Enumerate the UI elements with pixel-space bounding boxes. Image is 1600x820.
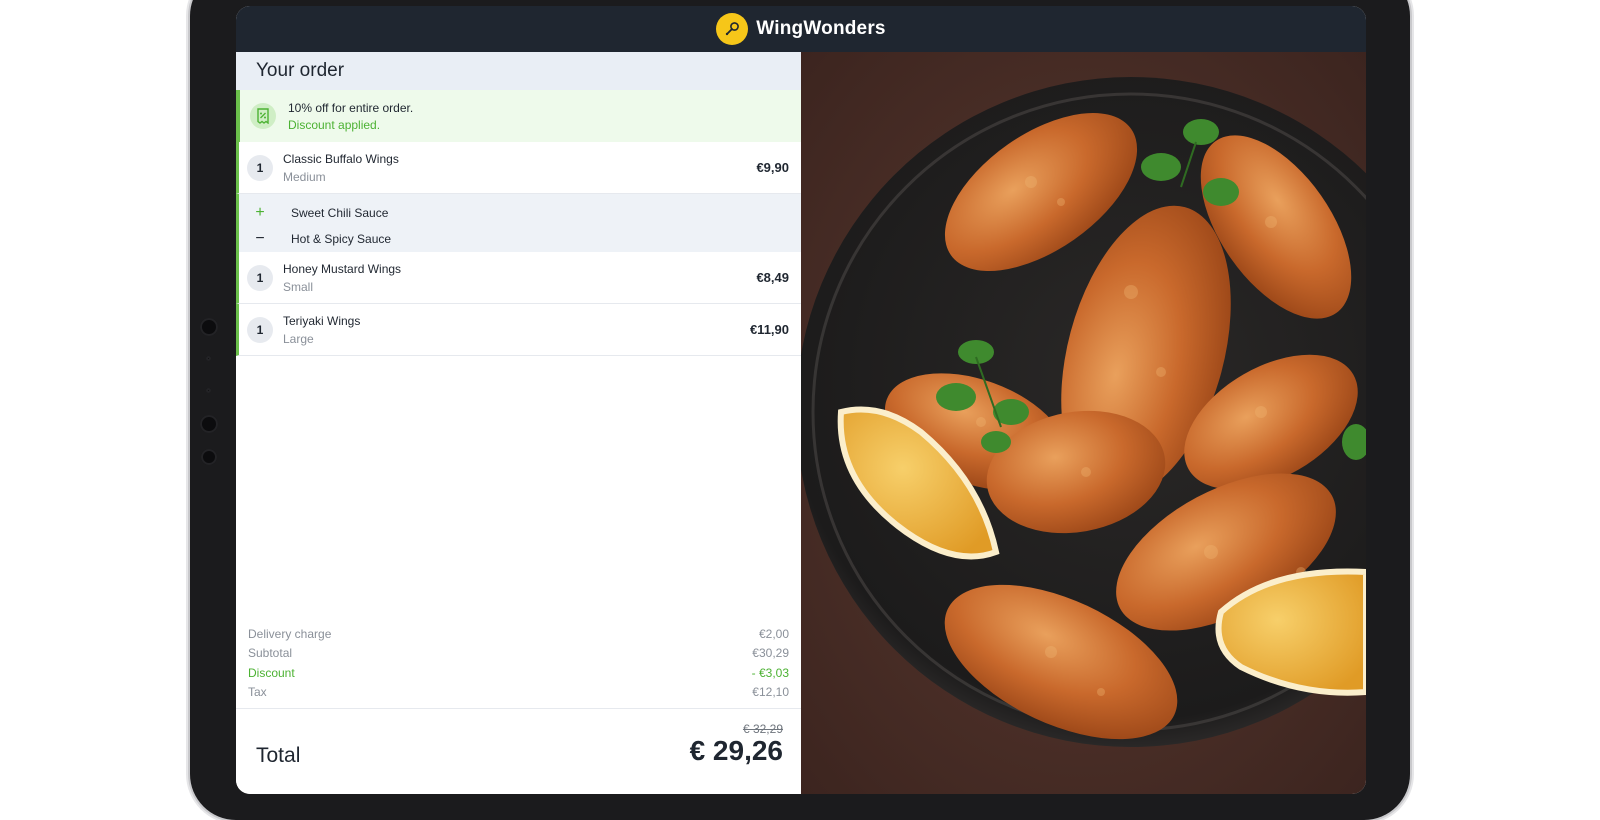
summary-label: Tax: [248, 685, 267, 700]
camera-dot: [200, 415, 218, 433]
item-price: €8,49: [756, 270, 789, 285]
food-photo: [801, 52, 1366, 794]
quantity-badge[interactable]: 1: [247, 316, 273, 343]
order-summary: Delivery charge €2,00 Subtotal €30,29 Di…: [236, 624, 801, 702]
summary-value: €2,00: [758, 626, 789, 641]
modifier-label: Hot & Spicy Sauce: [291, 232, 392, 246]
order-item[interactable]: 1 Honey Mustard Wings Small €8,49: [236, 252, 801, 304]
summary-row-delivery: Delivery charge €2,00: [248, 624, 789, 644]
item-size: Large: [283, 331, 314, 346]
app-header: WingWonders: [236, 6, 1366, 52]
order-item[interactable]: 1 Classic Buffalo Wings Medium €9,90: [236, 142, 801, 194]
discount-status: Discount applied.: [288, 117, 381, 132]
summary-label: Subtotal: [248, 646, 293, 661]
discount-title: 10% off for entire order.: [288, 100, 414, 115]
total-amount: € 29,26: [689, 735, 783, 766]
summary-value: €30,29: [752, 646, 789, 661]
summary-value: - €3,03: [751, 665, 789, 680]
order-title: Your order: [256, 60, 345, 81]
item-size: Small: [283, 279, 314, 294]
receipt-icon: [250, 103, 276, 129]
summary-row-discount: Discount - €3,03: [248, 663, 789, 683]
summary-row-tax: Tax €12,10: [248, 683, 789, 703]
item-name: Honey Mustard Wings: [283, 261, 402, 276]
order-header: Your order: [236, 52, 801, 90]
order-item[interactable]: 1 Teriyaki Wings Large €11,90: [236, 304, 801, 356]
item-size: Medium: [283, 169, 326, 184]
discount-banner: 10% off for entire order. Discount appli…: [236, 90, 801, 142]
modifier-row: − Hot & Spicy Sauce: [251, 226, 801, 252]
modifier-row: + Sweet Chili Sauce: [251, 200, 801, 226]
quantity-badge[interactable]: 1: [247, 264, 273, 291]
app-screen: WingWonders Your order 10% off for entir…: [236, 6, 1366, 794]
modifier-label: Sweet Chili Sauce: [291, 206, 389, 220]
order-panel: Your order 10% off for entire order. Dis…: [236, 52, 801, 794]
summary-label: Discount: [248, 665, 295, 680]
brand-name: WingWonders: [756, 18, 886, 39]
summary-value: €12,10: [752, 685, 789, 700]
sensor-dot: [206, 356, 211, 361]
item-modifiers: + Sweet Chili Sauce − Hot & Spicy Sauce: [236, 194, 801, 252]
total-label: Total: [256, 744, 301, 767]
item-price: €9,90: [756, 160, 789, 175]
camera-dot: [201, 449, 217, 465]
sensor-dot: [206, 388, 211, 393]
original-total: € 32,29: [742, 722, 783, 736]
chicken-leg-icon: [716, 13, 749, 45]
summary-label: Delivery charge: [248, 626, 332, 641]
quantity-badge[interactable]: 1: [247, 154, 273, 181]
summary-row-subtotal: Subtotal €30,29: [248, 644, 789, 664]
item-price: €11,90: [749, 322, 789, 337]
item-name: Teriyaki Wings: [283, 313, 361, 328]
item-name: Classic Buffalo Wings: [283, 151, 399, 166]
plus-icon: +: [255, 204, 265, 221]
minus-icon: −: [255, 230, 265, 247]
camera-dot: [200, 318, 218, 336]
divider: [236, 708, 801, 709]
